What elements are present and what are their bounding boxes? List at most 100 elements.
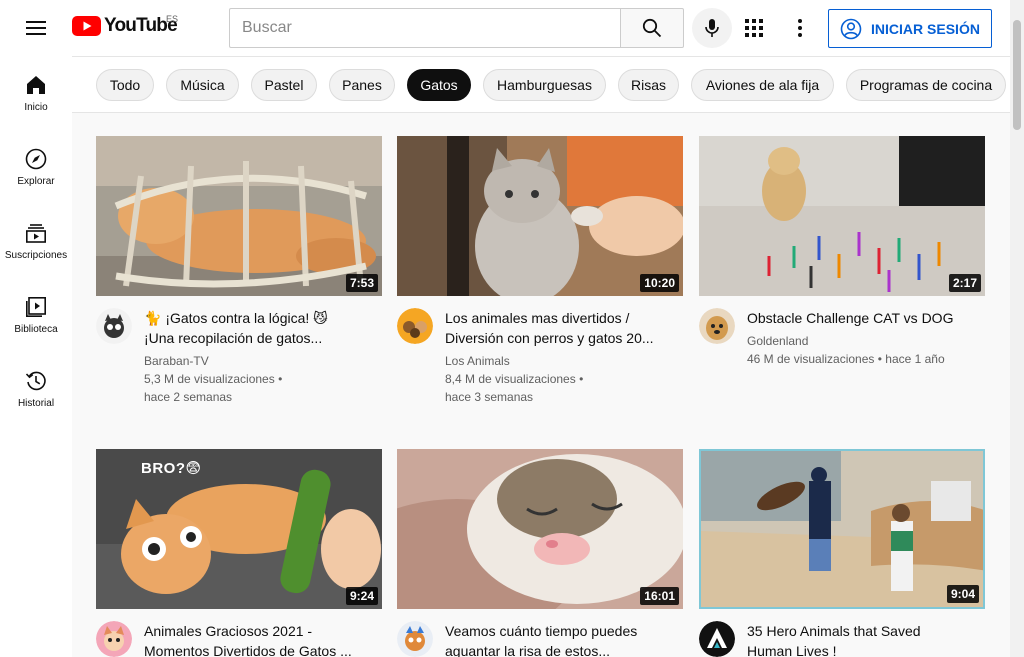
hamburger-icon xyxy=(26,21,46,35)
history-icon xyxy=(25,371,46,390)
title-line: Animales Graciosos 2021 - xyxy=(144,623,313,639)
sidebar-item-inicio[interactable]: Inicio xyxy=(0,56,72,130)
channel-avatar[interactable] xyxy=(96,621,132,657)
chip-gatos[interactable]: Gatos xyxy=(407,69,471,101)
sleeping-kitten-thumbnail-image xyxy=(397,449,683,609)
title-line: Veamos cuánto tiempo puedes xyxy=(445,623,638,639)
video-duration: 9:24 xyxy=(345,587,378,605)
apps-button[interactable] xyxy=(734,8,774,48)
video-thumbnail[interactable]: 9:04 xyxy=(699,449,985,609)
settings-more-button[interactable] xyxy=(780,8,820,48)
video-thumbnail[interactable]: 16:01 xyxy=(397,449,683,609)
video-title[interactable]: 35 Hero Animals that Saved Human Lives ! xyxy=(747,621,979,657)
sidebar-item-biblioteca[interactable]: Biblioteca xyxy=(0,278,72,352)
channel-name[interactable]: Los Animals xyxy=(445,352,677,370)
video-duration: 16:01 xyxy=(640,587,679,605)
animals-channel-avatar-icon xyxy=(397,308,433,344)
cat-in-basket-thumbnail-image xyxy=(96,136,382,296)
microphone-icon xyxy=(705,19,719,37)
grey-cat-handshake-thumbnail-image xyxy=(397,136,683,296)
chip-aviones-de-ala-fija[interactable]: Aviones de ala fija xyxy=(691,69,834,101)
apps-grid-icon xyxy=(745,19,763,37)
video-card[interactable]: 7:53 🐈 ¡Gatos contra la lógica! 😼 ¡Una r… xyxy=(96,136,382,426)
home-icon xyxy=(27,75,45,94)
channel-avatar[interactable] xyxy=(699,308,735,344)
title-line: 🐈 ¡Gatos contra la lógica! 😼 xyxy=(144,310,328,326)
category-chips-bar: Todo Música Pastel Panes Gatos Hamburgue… xyxy=(72,56,1010,113)
video-thumbnail[interactable]: 7:53 xyxy=(96,136,382,296)
dog-obstacle-thumbnail-image xyxy=(699,136,985,296)
video-thumbnail[interactable]: 2:17 xyxy=(699,136,985,296)
upload-age: hace 2 semanas xyxy=(144,390,233,404)
subscriptions-icon xyxy=(25,223,46,243)
upload-age: hace 3 semanas xyxy=(445,390,534,404)
video-card[interactable]: 9:04 35 Hero Animals that Saved Human Li… xyxy=(699,449,985,657)
more-vertical-icon xyxy=(798,19,802,37)
video-duration: 9:04 xyxy=(946,585,979,603)
sidebar-item-label: Inicio xyxy=(24,101,48,113)
cat-cucumber-thumbnail-image xyxy=(96,449,382,609)
video-title[interactable]: Los animales mas divertidos / Diversión … xyxy=(445,308,677,348)
chip-risas[interactable]: Risas xyxy=(618,69,679,101)
video-duration: 7:53 xyxy=(345,274,378,292)
scrollbar-thumb[interactable] xyxy=(1013,20,1021,130)
video-card[interactable]: 16:01 Veamos cuánto tiempo puedes aguant… xyxy=(397,449,683,657)
title-line: 35 Hero Animals that Saved xyxy=(747,623,921,639)
sign-in-label: INICIAR SESIÓN xyxy=(871,20,980,37)
search-button[interactable] xyxy=(620,8,684,48)
pink-cat-avatar-icon xyxy=(96,621,132,657)
youtube-logo[interactable]: YouTube xyxy=(72,15,178,37)
video-card[interactable]: 10:20 Los animales mas divertidos / Dive… xyxy=(397,136,683,426)
triangle-logo-avatar-icon xyxy=(699,621,735,657)
sidebar-item-label: Suscripciones xyxy=(4,249,68,261)
chip-musica[interactable]: Música xyxy=(166,69,239,101)
video-duration: 10:20 xyxy=(640,274,679,292)
page-scrollbar[interactable] xyxy=(1010,0,1024,657)
voice-search-button[interactable] xyxy=(692,8,732,48)
video-meta: Baraban-TV 5,3 M de visualizaciones • ha… xyxy=(144,352,376,406)
sign-in-button[interactable]: INICIAR SESIÓN xyxy=(828,9,992,48)
sidebar-item-suscripciones[interactable]: Suscripciones xyxy=(0,204,72,278)
video-title[interactable]: Veamos cuánto tiempo puedes aguantar la … xyxy=(445,621,677,657)
video-card[interactable]: 2:17 Obstacle Challenge CAT vs DOG Golde… xyxy=(699,136,985,426)
channel-avatar[interactable] xyxy=(96,308,132,344)
channel-avatar[interactable] xyxy=(397,308,433,344)
chip-pastel[interactable]: Pastel xyxy=(251,69,317,101)
chip-todo[interactable]: Todo xyxy=(96,69,154,101)
cartoon-animal-avatar-icon xyxy=(397,621,433,657)
country-code: ES xyxy=(166,14,179,24)
chip-panes[interactable]: Panes xyxy=(329,69,395,101)
channel-avatar[interactable] xyxy=(699,621,735,657)
youtube-play-icon xyxy=(72,16,101,36)
video-card[interactable]: BRO?😨 9:24 Animales Graciosos 2021 - Mom… xyxy=(96,449,382,657)
hero-dog-lobby-thumbnail-image xyxy=(701,451,983,607)
title-line: ¡Una recopilación de gatos... xyxy=(144,330,323,346)
video-meta: Goldenland 46 M de visualizaciones • hac… xyxy=(747,332,979,368)
video-title[interactable]: Obstacle Challenge CAT vs DOG xyxy=(747,308,979,328)
top-header: YouTube ES Buscar INICIAR SESIÓN xyxy=(0,0,1010,56)
compass-icon xyxy=(25,148,47,169)
video-title[interactable]: Animales Graciosos 2021 - Momentos Diver… xyxy=(144,621,376,657)
sidebar-item-historial[interactable]: Historial xyxy=(0,352,72,426)
title-line: Obstacle Challenge CAT vs DOG xyxy=(747,310,954,326)
video-thumbnail[interactable]: 10:20 xyxy=(397,136,683,296)
search-input[interactable]: Buscar xyxy=(229,8,621,48)
chip-hamburguesas[interactable]: Hamburguesas xyxy=(483,69,606,101)
sidebar-item-label: Biblioteca xyxy=(14,323,58,335)
main-content: Todo Música Pastel Panes Gatos Hamburgue… xyxy=(72,56,1010,657)
chip-programas-de-cocina[interactable]: Programas de cocina xyxy=(846,69,1006,101)
video-duration: 2:17 xyxy=(948,274,981,292)
video-title[interactable]: 🐈 ¡Gatos contra la lógica! 😼 ¡Una recopi… xyxy=(144,308,376,348)
channel-name[interactable]: Goldenland xyxy=(747,332,979,350)
library-icon xyxy=(26,296,47,317)
channel-name[interactable]: Baraban-TV xyxy=(144,352,376,370)
view-count: 46 M de visualizaciones • hace 1 año xyxy=(747,352,945,366)
sidebar-item-explorar[interactable]: Explorar xyxy=(0,130,72,204)
search-icon xyxy=(642,18,662,38)
video-meta: Los Animals 8,4 M de visualizaciones • h… xyxy=(445,352,677,406)
cartoon-cat-avatar-icon xyxy=(96,308,132,344)
video-thumbnail[interactable]: BRO?😨 9:24 xyxy=(96,449,382,609)
channel-avatar[interactable] xyxy=(397,621,433,657)
menu-button[interactable] xyxy=(18,10,54,46)
title-line: Diversión con perros y gatos 20... xyxy=(445,330,654,346)
